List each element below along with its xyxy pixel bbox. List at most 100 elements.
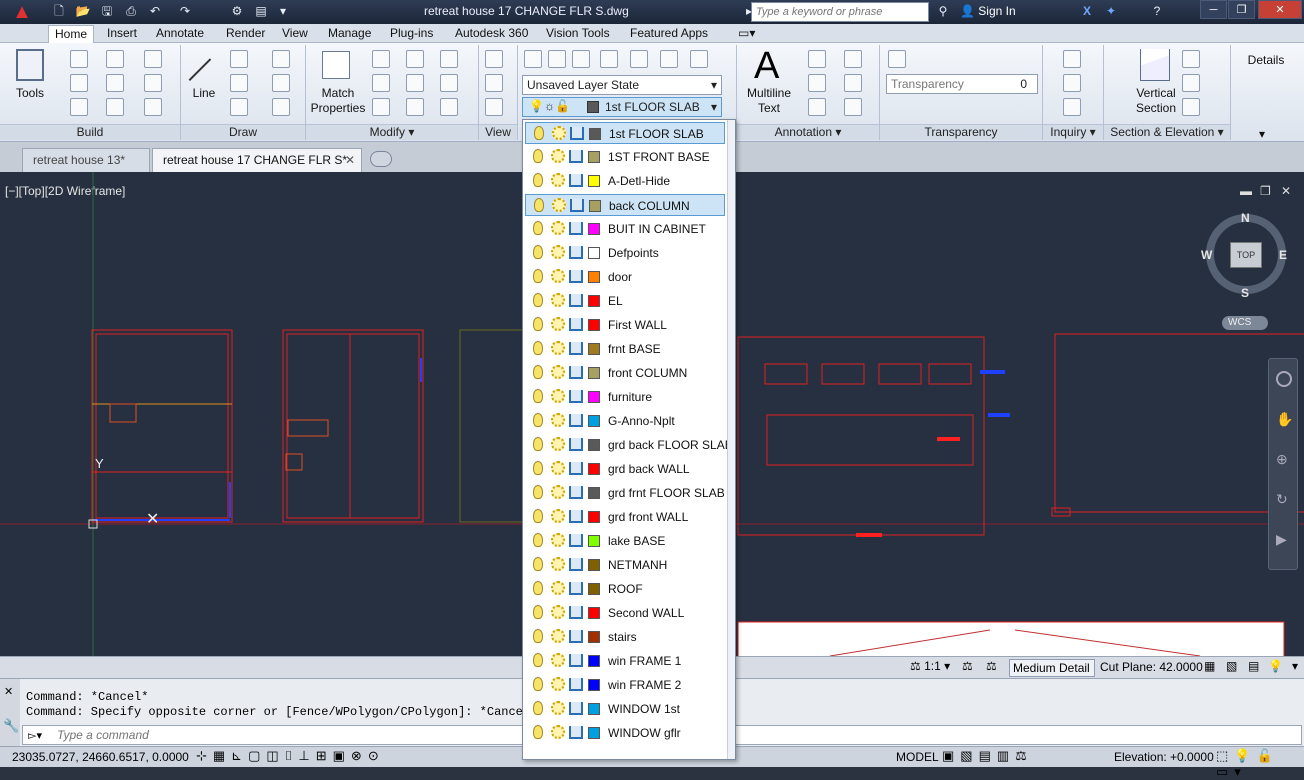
layer-row[interactable]: G-Anno-Nplt	[525, 410, 725, 432]
vertical-section-icon[interactable]	[1140, 49, 1170, 81]
dimension-icon[interactable]	[808, 50, 826, 68]
layer-thaw-sun-icon[interactable]	[551, 149, 565, 163]
panel-section-elevation[interactable]: Section & Elevation ▾	[1104, 124, 1230, 140]
steering-wheel-icon[interactable]	[1276, 371, 1292, 387]
trim-icon[interactable]	[440, 50, 458, 68]
viewcube-top[interactable]: TOP	[1230, 242, 1262, 268]
layer-thaw-sun-icon[interactable]	[551, 317, 565, 331]
layer-on-bulb-icon[interactable]	[533, 533, 543, 547]
layer-row[interactable]: grd back WALL	[525, 458, 725, 480]
roof-icon[interactable]	[144, 98, 162, 116]
paint-icon[interactable]	[372, 74, 390, 92]
tab-featured-apps[interactable]: Featured Apps	[624, 25, 714, 43]
layer-off-icon[interactable]	[600, 50, 618, 68]
layer-color-swatch[interactable]	[588, 391, 600, 403]
tab-vision-tools[interactable]: Vision Tools	[540, 25, 616, 43]
showmotion-icon[interactable]: ▶	[1276, 531, 1287, 548]
layer-thaw-sun-icon[interactable]	[551, 557, 565, 571]
auto-scale-icon[interactable]: ⚖	[986, 659, 997, 673]
coordinates-readout[interactable]: 23035.0727, 24660.6517, 0.0000	[12, 750, 189, 764]
layer-row[interactable]: Defpoints	[525, 242, 725, 264]
stretch-icon[interactable]	[440, 74, 458, 92]
layer-thaw-sun-icon[interactable]	[551, 605, 565, 619]
expand-panel-icon[interactable]: ▾	[1252, 127, 1272, 141]
circle-icon[interactable]	[230, 74, 248, 92]
layer-row[interactable]: BUIT IN CABINET	[525, 218, 725, 240]
compass-north[interactable]: N	[1241, 211, 1250, 225]
wall-icon[interactable]	[70, 50, 88, 68]
restore-viewport-icon[interactable]: ❐	[1260, 184, 1271, 198]
array-icon[interactable]	[372, 98, 390, 116]
doc-tab-1[interactable]: retreat house 13*	[22, 148, 150, 172]
close-tab-icon[interactable]: ✕	[345, 153, 355, 167]
layer-iso-icon[interactable]	[548, 50, 566, 68]
hatch-icon[interactable]	[272, 98, 290, 116]
layer-on-bulb-icon[interactable]	[533, 269, 543, 283]
layer-row[interactable]: win FRAME 1	[525, 650, 725, 672]
close-button[interactable]: ✕	[1258, 0, 1302, 19]
layer-color-swatch[interactable]	[588, 511, 600, 523]
restore-button[interactable]: ❐	[1228, 0, 1255, 19]
layer-walk-icon[interactable]	[690, 50, 708, 68]
door-icon[interactable]	[106, 50, 124, 68]
match-properties-icon[interactable]	[322, 51, 350, 79]
layer-on-bulb-icon[interactable]	[533, 437, 543, 451]
layer-thaw-sun-icon[interactable]	[551, 629, 565, 643]
detail-level-dropdown[interactable]: Medium Detail ▾	[1009, 659, 1095, 689]
layer-unlock-icon[interactable]	[569, 558, 583, 571]
layer-freeze-icon[interactable]	[572, 50, 590, 68]
redo-icon[interactable]: ↷	[176, 3, 194, 20]
layer-color-swatch[interactable]	[588, 655, 600, 667]
match-properties-label-1[interactable]: Match	[308, 86, 368, 100]
grid-icon[interactable]	[144, 50, 162, 68]
layer-row[interactable]: furniture	[525, 386, 725, 408]
copy-icon[interactable]	[406, 74, 424, 92]
layer-lock-icon[interactable]	[630, 50, 648, 68]
offset-icon[interactable]	[440, 98, 458, 116]
binoculars-icon[interactable]: ⚲	[934, 3, 952, 20]
layer-thaw-sun-icon[interactable]	[551, 653, 565, 667]
open-file-icon[interactable]: 📂	[74, 3, 92, 20]
layer-color-swatch[interactable]	[588, 319, 600, 331]
layer-color-swatch[interactable]	[588, 463, 600, 475]
layer-on-bulb-icon[interactable]	[533, 605, 543, 619]
layer-row[interactable]: A-Detl-Hide	[525, 170, 725, 192]
layer-thaw-sun-icon[interactable]	[552, 126, 566, 140]
layer-color-swatch[interactable]	[588, 583, 600, 595]
pan-icon[interactable]: ✋	[1276, 411, 1293, 428]
layer-row[interactable]: lake BASE	[525, 530, 725, 552]
layer-thaw-sun-icon[interactable]	[551, 581, 565, 595]
layer-unlock-icon[interactable]	[569, 438, 583, 451]
layer-unlock-icon[interactable]	[569, 414, 583, 427]
layer-thaw-sun-icon[interactable]	[551, 437, 565, 451]
column-icon[interactable]	[144, 74, 162, 92]
layer-on-bulb-icon[interactable]	[534, 198, 544, 212]
orbit-icon[interactable]: ↻	[1276, 491, 1288, 508]
ellipse-icon[interactable]	[272, 74, 290, 92]
close-viewport-icon[interactable]: ✕	[1281, 184, 1291, 198]
save-icon[interactable]: 🖫	[98, 3, 116, 20]
layer-color-swatch[interactable]	[588, 343, 600, 355]
layer-row[interactable]: WINDOW gflr	[525, 722, 725, 744]
layer-color-swatch[interactable]	[588, 631, 600, 643]
layer-thaw-sun-icon[interactable]	[551, 509, 565, 523]
command-grip[interactable]: ✕ 🔧	[0, 679, 20, 747]
layer-on-bulb-icon[interactable]	[533, 629, 543, 643]
zoom-icon[interactable]: ⊕	[1276, 451, 1288, 468]
transparency-icon[interactable]	[888, 50, 906, 68]
doc-tab-2[interactable]: retreat house 17 CHANGE FLR S* ✕	[152, 148, 362, 172]
layer-on-bulb-icon[interactable]	[533, 293, 543, 307]
layer-row[interactable]: win FRAME 2	[525, 674, 725, 696]
layer-unlock-icon[interactable]	[569, 630, 583, 643]
layer-thaw-sun-icon[interactable]	[551, 461, 565, 475]
layer-unlock-icon[interactable]	[569, 294, 583, 307]
layer-unlock-icon[interactable]	[569, 270, 583, 283]
layer-thaw-sun-icon[interactable]	[551, 221, 565, 235]
line-icon[interactable]	[168, 38, 212, 81]
layer-on-bulb-icon[interactable]	[533, 557, 543, 571]
layer-color-swatch[interactable]	[588, 439, 600, 451]
cut-plane[interactable]: Cut Plane: 42.0000	[1100, 660, 1203, 674]
layer-thaw-sun-icon[interactable]	[551, 677, 565, 691]
view-zoom-icon[interactable]	[485, 98, 503, 116]
rotate-icon[interactable]	[406, 50, 424, 68]
